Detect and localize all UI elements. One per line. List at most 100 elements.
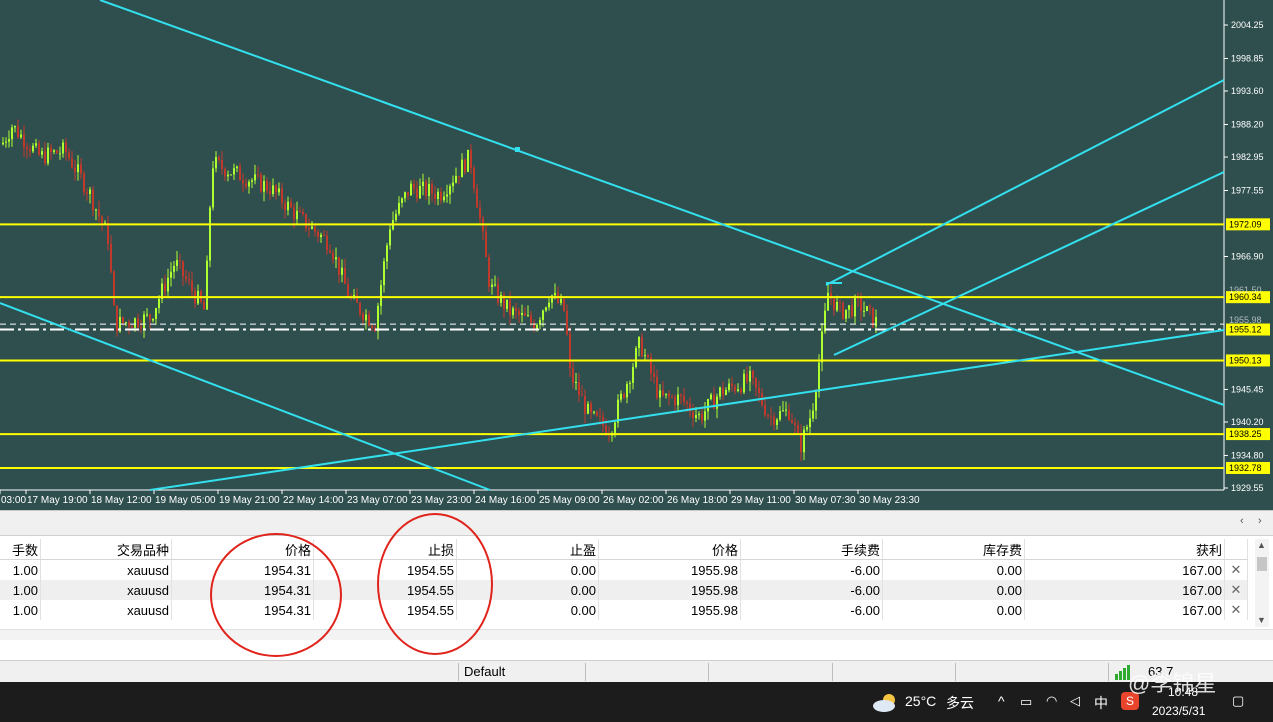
candle-body	[491, 284, 493, 288]
horizontal-scrollbar[interactable]	[0, 629, 1273, 640]
cell-stop-loss[interactable]: 1954.55	[313, 559, 457, 580]
col-profit[interactable]: 获利	[1024, 539, 1225, 560]
scroll-down-icon[interactable]: ▼	[1257, 615, 1266, 625]
plot-area	[0, 0, 1224, 490]
col-price[interactable]: 价格	[171, 539, 314, 560]
candle-body	[512, 308, 514, 316]
candle-body	[593, 411, 595, 413]
candle-body	[398, 202, 400, 214]
weather-desc[interactable]: 多云	[946, 693, 974, 713]
candle-body	[335, 257, 337, 260]
clock-time[interactable]: 10:48	[1168, 685, 1198, 699]
candle-body	[581, 395, 583, 397]
x-tick-label: 23 May 23:00	[411, 495, 472, 506]
candle-body	[341, 267, 343, 275]
candle-body	[710, 394, 712, 400]
orders-table: 手数 交易品种 价格 止损 止盈 价格 手续费 库存费 获利 1.00 xauu…	[0, 539, 1248, 620]
candle-body	[638, 336, 640, 349]
cell-stop-loss[interactable]: 1954.55	[313, 600, 457, 620]
candle-body	[674, 397, 676, 406]
cell-stop-loss[interactable]: 1954.55	[313, 580, 457, 600]
col-close	[1224, 539, 1248, 560]
candle-body	[740, 389, 742, 393]
cell-take-profit[interactable]: 0.00	[456, 580, 599, 600]
x-tick-label: 30 May 07:30	[795, 495, 856, 506]
x-tick-label: 17 May 19:00	[27, 495, 88, 506]
price-chart[interactable]: 2004.25 1998.85 1993.60 1988.20 1982.95 1977.…	[0, 0, 1273, 510]
y-tick-label: 1945.45	[1231, 384, 1264, 394]
status-divider	[585, 663, 586, 681]
candle-body	[20, 134, 22, 138]
col-current-price[interactable]: 价格	[598, 539, 741, 560]
scroll-left-icon[interactable]: ‹	[1240, 515, 1244, 527]
candle-body	[215, 157, 217, 169]
scroll-right-icon[interactable]: ›	[1258, 515, 1262, 527]
chevron-up-icon[interactable]: ^	[998, 693, 1005, 709]
table-row[interactable]: 1.00 xauusd 1954.31 1954.55 0.00 1955.98…	[0, 559, 1248, 580]
weather-temp[interactable]: 25°C	[905, 693, 936, 709]
candle-body	[371, 325, 373, 328]
scroll-up-icon[interactable]: ▲	[1257, 540, 1266, 550]
cell-swap: 0.00	[882, 559, 1025, 580]
close-position-icon[interactable]: ✕	[1224, 559, 1248, 580]
candle-body	[122, 317, 124, 323]
candle-body	[578, 381, 580, 396]
candle-body	[80, 164, 82, 174]
cloud-weather-icon[interactable]	[872, 692, 898, 712]
candle-body	[530, 315, 532, 323]
table-row[interactable]: 1.00 xauusd 1954.31 1954.55 0.00 1955.98…	[0, 580, 1248, 600]
x-tick-label: 19 May 05:00	[155, 495, 216, 506]
profile-name[interactable]: Default	[464, 664, 505, 679]
candle-body	[338, 257, 340, 275]
candle-body	[797, 425, 799, 434]
candle-body	[95, 209, 97, 211]
clock-date[interactable]: 2023/5/31	[1152, 704, 1205, 718]
candle-body	[281, 188, 283, 204]
candle-body	[413, 183, 415, 189]
candle-body	[683, 395, 685, 403]
col-stop-loss[interactable]: 止损	[313, 539, 457, 560]
candle-body	[419, 186, 421, 199]
col-swap[interactable]: 库存费	[882, 539, 1025, 560]
status-divider	[1108, 663, 1109, 681]
col-lots[interactable]: 手数	[0, 539, 41, 560]
candle-body	[677, 394, 679, 406]
candle-body	[416, 188, 418, 199]
candle-body	[137, 318, 139, 328]
candle-body	[299, 210, 301, 212]
y-tick-label: 1940.20	[1231, 417, 1264, 427]
candle-body	[239, 166, 241, 181]
candle-body	[86, 192, 88, 194]
candle-body	[428, 184, 430, 197]
x-tick-label: 26 May 02:00	[603, 495, 664, 506]
battery-icon[interactable]: ▭	[1020, 694, 1032, 710]
ime-indicator[interactable]: 中	[1094, 693, 1108, 713]
candle-body	[749, 370, 751, 382]
table-row[interactable]: 1.00 xauusd 1954.31 1954.55 0.00 1955.98…	[0, 600, 1248, 620]
col-commission[interactable]: 手续费	[740, 539, 883, 560]
candle-body	[821, 331, 823, 363]
col-take-profit[interactable]: 止盈	[456, 539, 599, 560]
speaker-icon[interactable]: ◁	[1070, 693, 1080, 709]
candle-body	[263, 181, 265, 192]
notification-icon[interactable]: ▢	[1232, 693, 1244, 709]
candle-body	[404, 192, 406, 199]
candle-body	[626, 383, 628, 398]
cell-take-profit[interactable]: 0.00	[456, 559, 599, 580]
cell-take-profit[interactable]: 0.00	[456, 600, 599, 620]
wifi-icon[interactable]: ◠	[1046, 693, 1057, 709]
close-position-icon[interactable]: ✕	[1224, 600, 1248, 620]
candle-body	[344, 267, 346, 285]
y-tick-label: 1982.95	[1231, 152, 1264, 162]
candle-body	[824, 310, 826, 332]
col-symbol[interactable]: 交易品种	[40, 539, 172, 560]
vertical-scrollbar[interactable]: ▲ ▼	[1255, 539, 1269, 627]
cell-symbol: xauusd	[40, 580, 172, 600]
close-position-icon[interactable]: ✕	[1224, 580, 1248, 600]
candle-body	[734, 386, 736, 391]
candle-body	[467, 149, 469, 172]
candle-body	[212, 168, 214, 208]
chart-canvas[interactable]: 2004.25 1998.85 1993.60 1988.20 1982.95 1977.…	[0, 0, 1273, 510]
scroll-thumb[interactable]	[1257, 557, 1267, 571]
cell-current-price: 1955.98	[598, 580, 741, 600]
